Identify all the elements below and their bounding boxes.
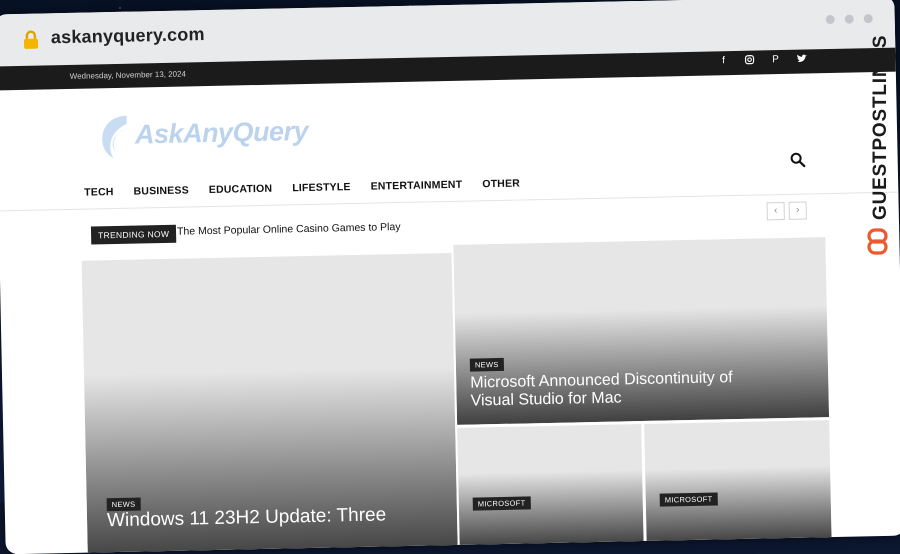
nav-item-entertainment[interactable]: ENTERTAINMENT <box>371 179 463 193</box>
current-date: Wednesday, November 13, 2024 <box>69 69 187 81</box>
twitter-icon[interactable] <box>795 53 807 66</box>
lock-icon <box>24 30 39 49</box>
search-icon[interactable] <box>789 152 806 168</box>
nav-item-tech[interactable]: TECH <box>84 186 114 199</box>
window-control-dot[interactable] <box>844 14 854 24</box>
featured-article-top-right[interactable]: NEWS Microsoft Announced Discontinuity o… <box>453 237 830 425</box>
featured-article-small-right[interactable]: MICROSOFT <box>644 420 832 544</box>
pinterest-icon[interactable]: P <box>769 54 781 67</box>
nav-item-education[interactable]: EDUCATION <box>209 183 273 196</box>
logo-text: AskAnyQuery <box>134 115 309 150</box>
chain-link-icon <box>867 228 888 255</box>
instagram-icon[interactable] <box>743 55 755 68</box>
card-overlay <box>644 420 832 544</box>
facebook-icon[interactable]: f <box>717 55 729 68</box>
address-bar-url[interactable]: askanyquery.com <box>51 24 205 48</box>
featured-article-main[interactable]: NEWS Windows 11 23H2 Update: Three <box>81 252 458 554</box>
watermark-text: GUESTPOSTLINKS <box>870 35 891 220</box>
window-controls <box>825 14 873 25</box>
main-navigation: TECH BUSINESS EDUCATION LIFESTYLE ENTERT… <box>84 178 520 199</box>
card-overlay <box>457 424 644 548</box>
guestpostlinks-watermark: GUESTPOSTLINKS <box>867 35 891 255</box>
category-badge[interactable]: MICROSOFT <box>472 496 531 511</box>
nav-item-other[interactable]: OTHER <box>482 178 520 191</box>
trending-headline[interactable]: The Most Popular Online Casino Games to … <box>177 221 401 238</box>
featured-article-small-left[interactable]: MICROSOFT <box>457 424 644 548</box>
nav-item-lifestyle[interactable]: LIFESTYLE <box>292 181 351 194</box>
window-control-dot[interactable] <box>863 14 873 24</box>
trending-prev-button[interactable]: ‹ <box>766 201 785 221</box>
trending-next-button[interactable]: › <box>788 201 807 220</box>
window-control-dot[interactable] <box>825 14 835 25</box>
logo-swoosh-icon <box>102 115 131 159</box>
nav-item-business[interactable]: BUSINESS <box>133 184 189 197</box>
trending-badge: TRENDING NOW <box>90 224 177 245</box>
article-title[interactable]: Microsoft Announced Discontinuity of Vis… <box>470 369 733 411</box>
social-links: f P <box>717 53 807 68</box>
browser-window: askanyquery.com Wednesday, November 13, … <box>0 0 900 554</box>
category-badge[interactable]: MICROSOFT <box>659 492 718 507</box>
site-logo[interactable]: AskAnyQuery <box>97 108 308 162</box>
category-badge[interactable]: NEWS <box>469 357 504 372</box>
